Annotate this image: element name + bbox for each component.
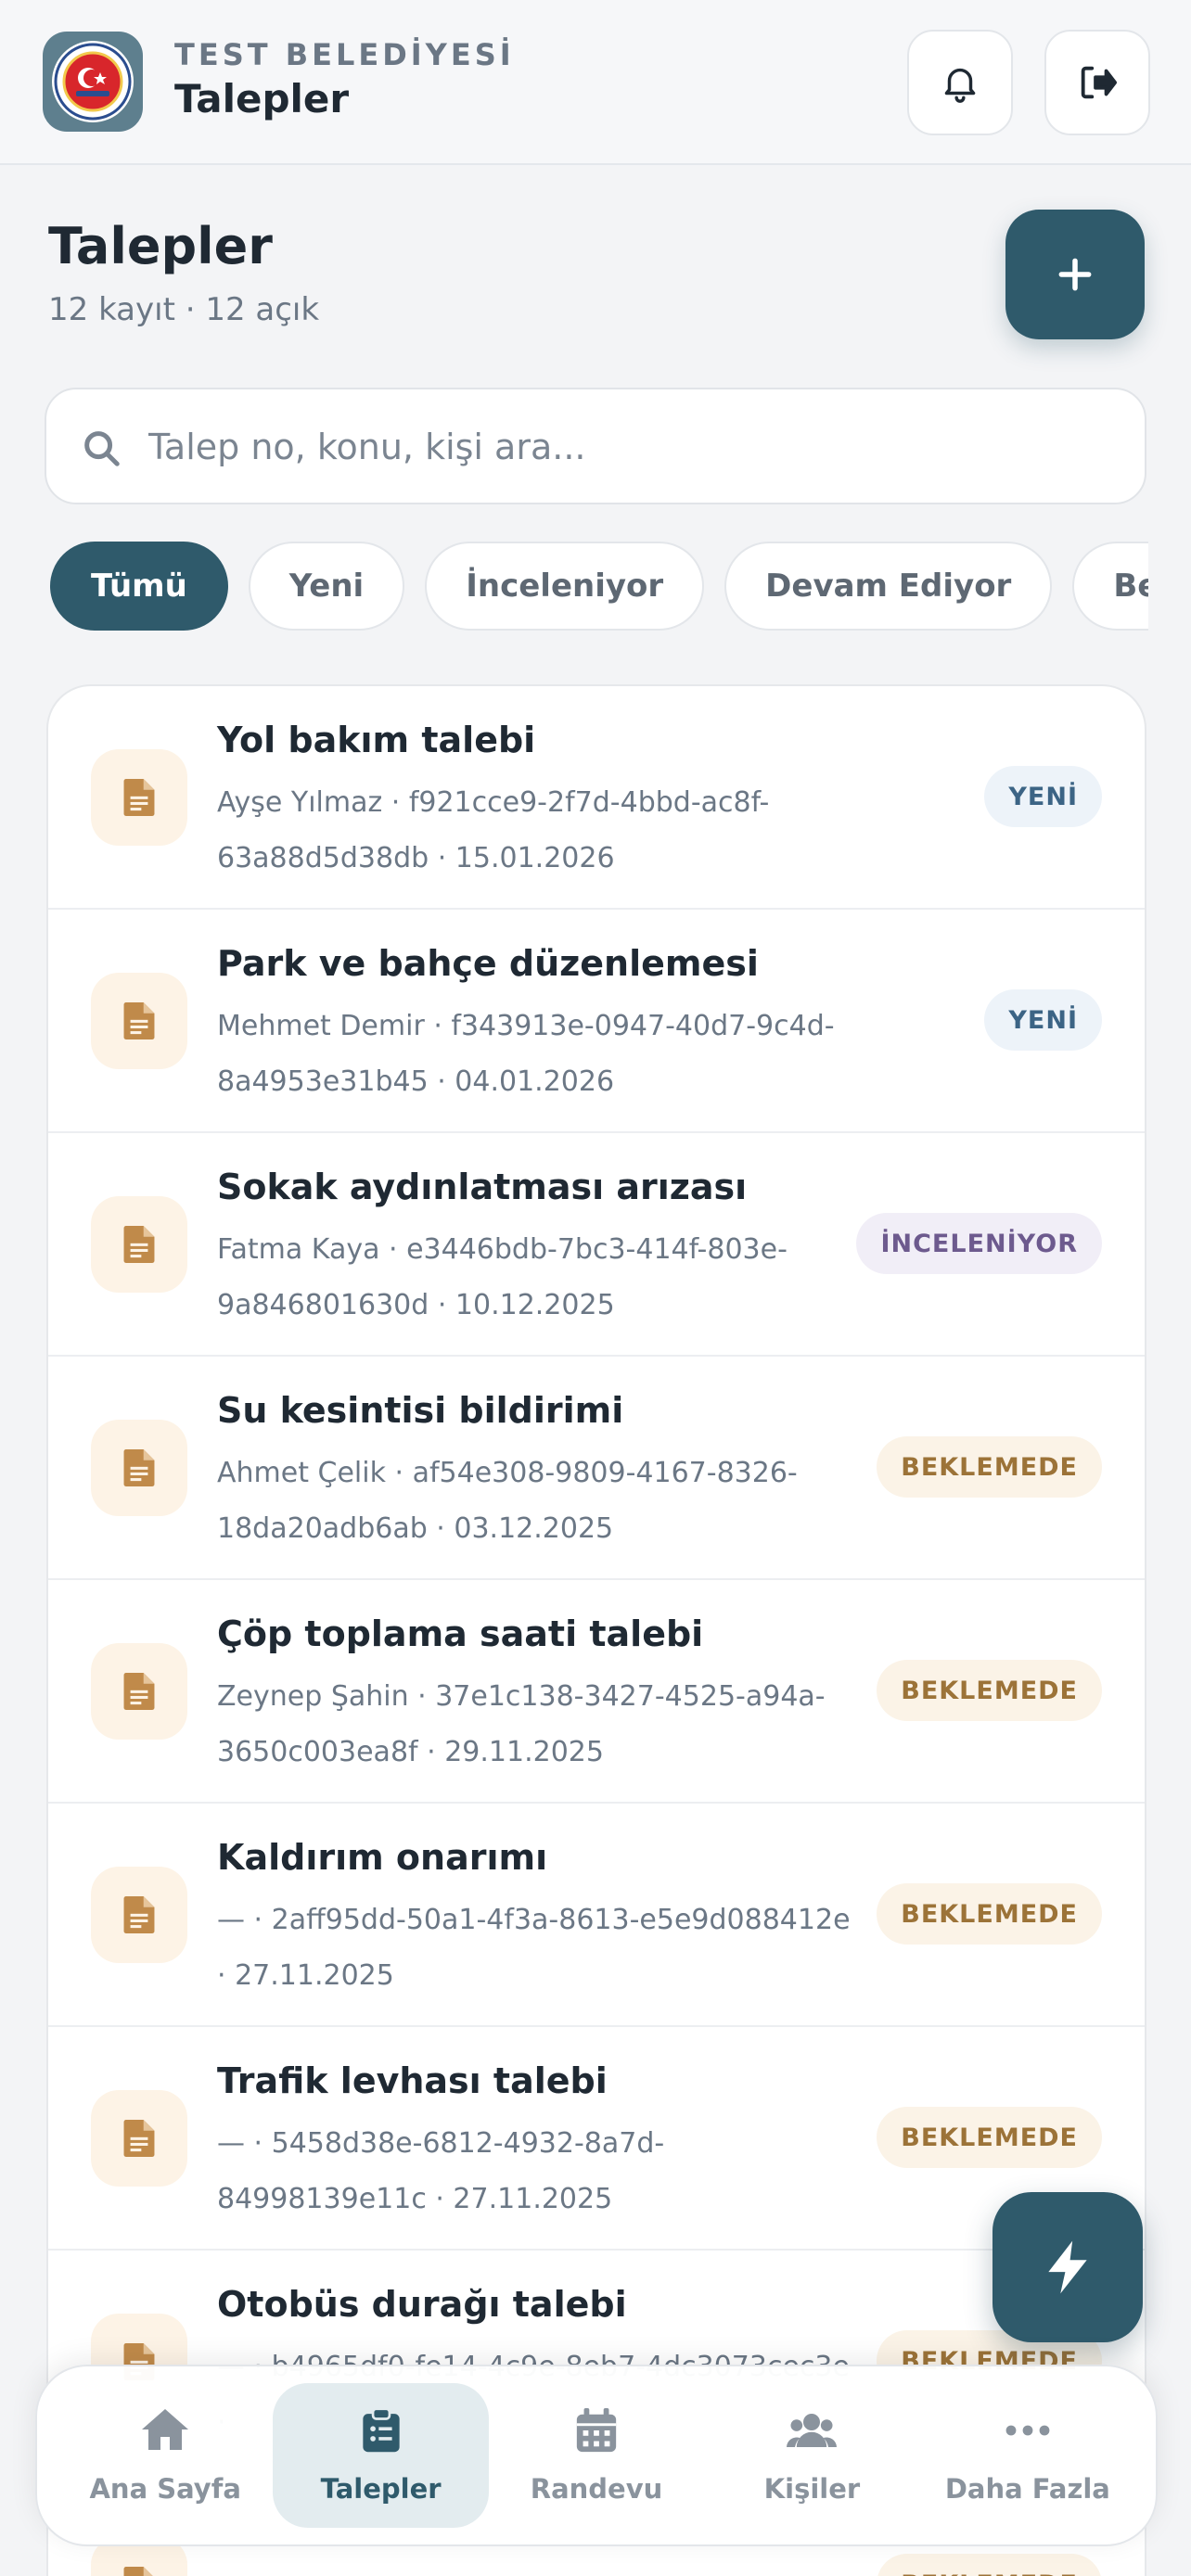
clipboard-list-icon <box>356 2406 406 2460</box>
search-input[interactable] <box>148 412 1113 482</box>
request-meta: Ayşe Yılmaz · f921cce9-2f7d-4bbd-ac8f-63… <box>217 786 770 874</box>
app-header: TEST BELEDİYESİ Talepler <box>0 0 1191 165</box>
nav-item-clipboard-list[interactable]: Talepler <box>273 2383 489 2528</box>
bolt-icon <box>1048 2240 1087 2294</box>
request-meta: Mehmet Demir · f343913e-0947-40d7-9c4d-8… <box>217 1010 835 1098</box>
status-badge: BEKLEMEDE <box>877 2107 1102 2168</box>
request-list-item[interactable]: Çöp toplama saati talebi Zeynep Şahin · 3… <box>48 1580 1145 1804</box>
logout-button[interactable] <box>1044 30 1150 135</box>
request-title: Çöp toplama saati talebi <box>217 1613 704 1654</box>
request-title: Sokak aydınlatması arızası <box>217 1167 748 1207</box>
search-icon <box>84 431 120 466</box>
filter-chip[interactable]: İnceleniyor <box>425 542 705 631</box>
status-badge: BEKLEMEDE <box>877 1883 1102 1945</box>
request-list-item[interactable]: Trafik levhası talebi — · 5458d38e-6812-4… <box>48 2027 1145 2251</box>
header-title: Talepler <box>174 76 350 121</box>
status-badge: BEKLEMEDE <box>877 2554 1102 2576</box>
filter-chip[interactable]: Beklemede <box>1072 542 1148 631</box>
search-bar[interactable] <box>45 388 1146 504</box>
home-icon <box>140 2407 190 2460</box>
request-list: Yol bakım talebi Ayşe Yılmaz · f921cce9-2… <box>46 684 1146 2576</box>
logout-icon <box>1081 66 1118 99</box>
request-title: Park ve bahçe düzenlemesi <box>217 943 759 984</box>
nav-item-label: Ana Sayfa <box>89 2472 241 2505</box>
document-icon <box>91 749 187 846</box>
filter-chip[interactable]: Tümü <box>50 542 228 631</box>
request-meta: Zeynep Şahin · 37e1c138-3427-4525-a94a-3… <box>217 1680 826 1768</box>
quick-action-button[interactable] <box>992 2192 1143 2342</box>
document-icon <box>91 1420 187 1516</box>
nav-item-home[interactable]: Ana Sayfa <box>58 2383 273 2528</box>
request-meta: Ahmet Çelik · af54e308-9809-4167-8326-18… <box>217 1457 798 1545</box>
nav-item-label: Daha Fazla <box>944 2472 1110 2505</box>
status-badge: YENİ <box>984 989 1102 1051</box>
request-list-item[interactable]: Kaldırım onarımı — · 2aff95dd-50a1-4f3a-8… <box>48 1804 1145 2027</box>
organization-name: TEST BELEDİYESİ <box>174 37 515 72</box>
request-title: Trafik levhası talebi <box>217 2060 608 2101</box>
filter-chip[interactable]: Devam Ediyor <box>724 542 1053 631</box>
document-icon <box>91 1867 187 1963</box>
request-title: Su kesintisi bildirimi <box>217 1390 624 1431</box>
add-request-button[interactable] <box>1005 210 1145 339</box>
notifications-button[interactable] <box>907 30 1013 135</box>
document-icon <box>91 2090 187 2187</box>
document-icon <box>91 1196 187 1293</box>
document-icon <box>91 973 187 1069</box>
page-title: Talepler <box>48 217 273 275</box>
nav-item-calendar[interactable]: Randevu <box>489 2383 704 2528</box>
users-icon <box>787 2407 838 2460</box>
request-list-item[interactable]: Yol bakım talebi Ayşe Yılmaz · f921cce9-2… <box>48 686 1145 910</box>
nav-item-users[interactable]: Kişiler <box>704 2383 919 2528</box>
plus-icon <box>1058 258 1092 291</box>
nav-item-label: Randevu <box>530 2472 663 2505</box>
status-badge: YENİ <box>984 766 1102 827</box>
bottom-navigation: Ana Sayfa Talepler Randevu Kişiler Daha Fazl… <box>35 2365 1158 2546</box>
calendar-icon <box>571 2407 621 2460</box>
bell-icon <box>944 68 976 103</box>
filter-chip[interactable]: Yeni <box>248 542 405 631</box>
status-badge: BEKLEMEDE <box>877 1660 1102 1721</box>
request-title: Kaldırım onarımı <box>217 1837 548 1878</box>
nav-item-label: Talepler <box>320 2472 442 2505</box>
request-meta: Fatma Kaya · e3446bdb-7bc3-414f-803e-9a8… <box>217 1233 788 1321</box>
request-title: Yol bakım talebi <box>217 720 536 760</box>
more-icon <box>1003 2407 1053 2460</box>
request-list-item[interactable]: Sokak aydınlatması arızası Fatma Kaya · e… <box>48 1133 1145 1357</box>
request-list-item[interactable]: Su kesintisi bildirimi Ahmet Çelik · af54… <box>48 1357 1145 1580</box>
document-icon <box>91 1643 187 1740</box>
request-list-item[interactable]: Park ve bahçe düzenlemesi Mehmet Demir · … <box>48 910 1145 1133</box>
record-count: 12 kayıt · 12 açık <box>48 291 320 328</box>
request-meta: — · 5458d38e-6812-4932-8a7d-84998139e11c… <box>217 2127 665 2215</box>
request-title: Otobüs durağı talebi <box>217 2284 627 2325</box>
request-meta: — · 2aff95dd-50a1-4f3a-8613-e5e9d088412e… <box>217 1904 851 1992</box>
status-filter-bar: TümüYeniİnceleniyorDevam EdiyorBeklemede <box>50 542 1148 634</box>
nav-item-label: Kişiler <box>763 2472 861 2505</box>
status-badge: İNCELENİYOR <box>856 1213 1102 1274</box>
municipality-logo <box>43 32 143 132</box>
nav-item-more[interactable]: Daha Fazla <box>920 2383 1135 2528</box>
status-badge: BEKLEMEDE <box>877 1436 1102 1498</box>
